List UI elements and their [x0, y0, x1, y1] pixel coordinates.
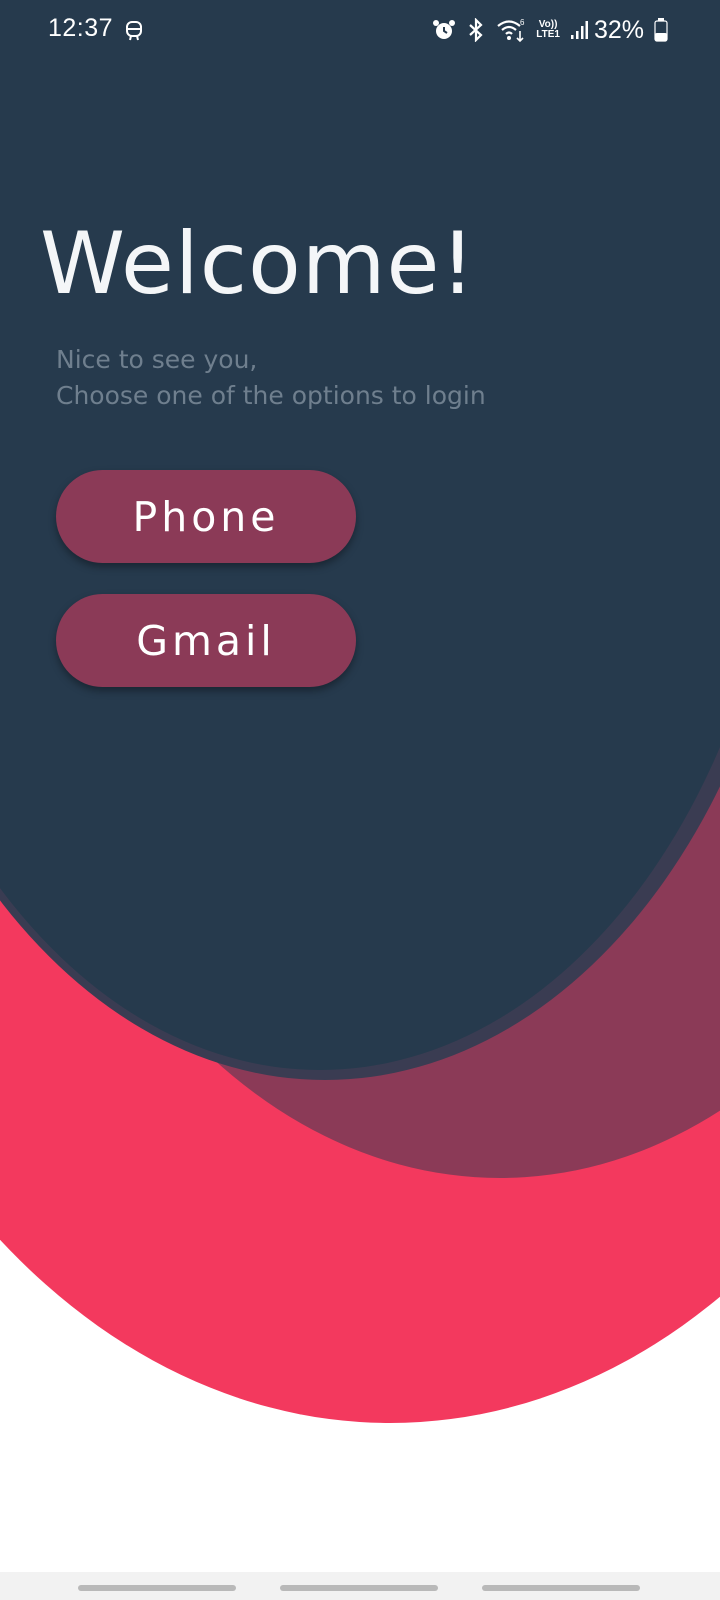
nav-back-button[interactable] — [482, 1585, 640, 1591]
signal-icon — [570, 21, 588, 39]
battery-icon — [654, 18, 668, 42]
navigation-bar — [0, 1572, 720, 1600]
nav-home-button[interactable] — [280, 1585, 438, 1591]
alarm-icon — [433, 20, 456, 39]
subtitle-line-1: Nice to see you, — [56, 345, 258, 374]
status-bar: 12:37 6 Vo)) LTE1 32% — [0, 0, 720, 62]
notification-icon — [126, 21, 142, 41]
gmail-login-button[interactable]: Gmail — [56, 594, 356, 687]
subtitle: Nice to see you, Choose one of the optio… — [56, 342, 486, 414]
status-time: 12:37 — [48, 14, 114, 42]
phone-login-button[interactable]: Phone — [56, 470, 356, 563]
battery-percent: 32% — [593, 15, 644, 44]
welcome-title: Welcome! — [40, 214, 476, 314]
svg-text:6: 6 — [520, 18, 525, 27]
bluetooth-icon — [469, 18, 483, 42]
subtitle-line-2: Choose one of the options to login — [56, 381, 486, 410]
status-icons-group: 6 Vo)) LTE1 32% — [422, 12, 668, 48]
volte-icon: Vo)) LTE1 — [536, 19, 560, 40]
wifi-6-icon: 6 — [497, 18, 525, 43]
nav-recents-button[interactable] — [78, 1585, 236, 1591]
